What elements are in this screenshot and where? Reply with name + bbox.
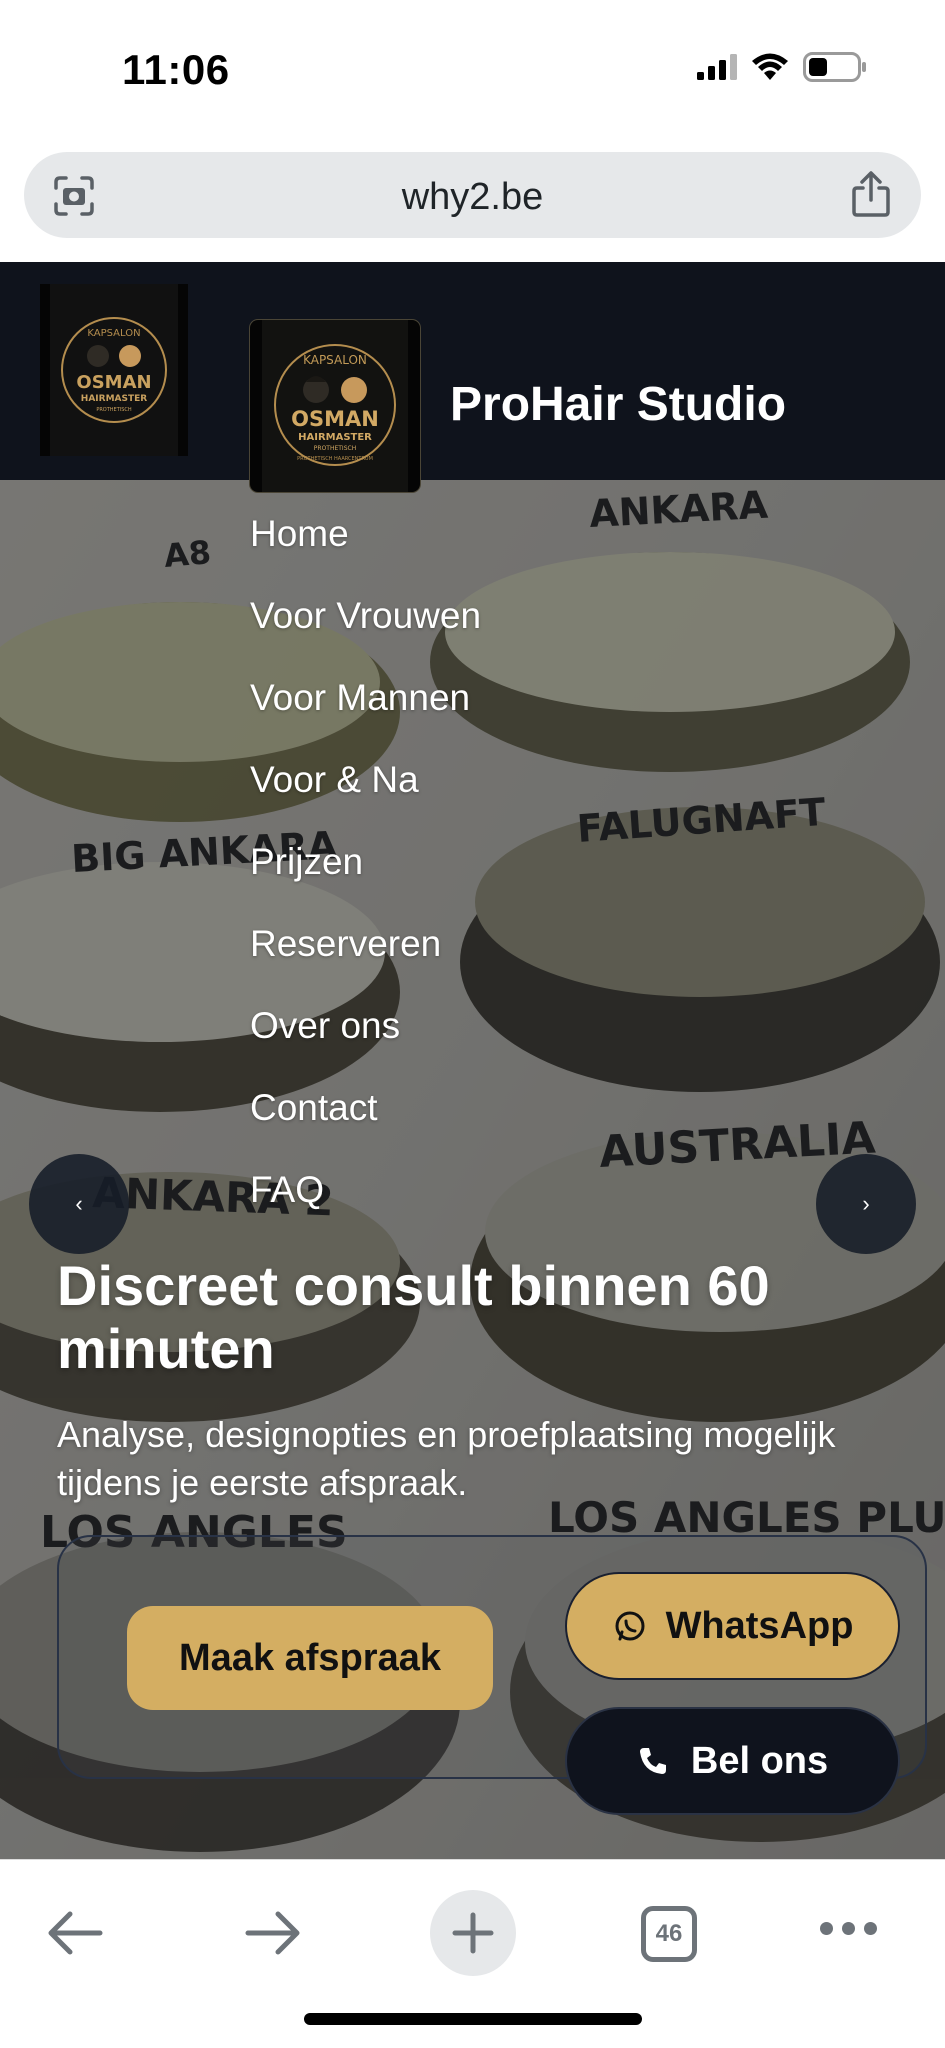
- main-nav: Home Voor Vrouwen Voor Mannen Voor & Na …: [250, 514, 481, 1252]
- nav-item-voor-mannen[interactable]: Voor Mannen: [250, 678, 481, 760]
- carousel-next-button[interactable]: ›: [816, 1154, 916, 1254]
- status-time: 11:06: [122, 46, 230, 93]
- nav-item-over-ons[interactable]: Over ons: [250, 1006, 481, 1088]
- url-text[interactable]: why2.be: [24, 176, 921, 219]
- svg-text:PROTHETISCH: PROTHETISCH: [314, 445, 356, 452]
- site-header: KAPSALON OSMAN HAIRMASTER PROTHETISCH KA…: [0, 262, 945, 492]
- hero-heading: Discreet consult binnen 60 minuten: [57, 1254, 770, 1380]
- site-title[interactable]: ProHair Studio: [450, 377, 786, 432]
- svg-text:PROTHETISCH: PROTHETISCH: [96, 407, 132, 413]
- status-bar: 11:06: [0, 0, 945, 140]
- svg-text:OSMAN: OSMAN: [291, 407, 379, 431]
- browser-toolbar: 46: [0, 1859, 945, 2048]
- svg-text:KAPSALON: KAPSALON: [87, 328, 140, 339]
- phone-icon: [639, 1748, 666, 1774]
- url-bar[interactable]: why2.be: [24, 152, 921, 238]
- nav-item-voor-vrouwen[interactable]: Voor Vrouwen: [250, 596, 481, 678]
- nav-item-faq[interactable]: FAQ: [250, 1170, 481, 1252]
- svg-text:HAIRMASTER: HAIRMASTER: [81, 394, 147, 404]
- call-button-label: Bel ons: [690, 1739, 829, 1782]
- signal-icon: [697, 54, 737, 80]
- web-content: A8 ANKARA BIG ANKARA FALUGNAFT ANKARA 2 …: [0, 262, 945, 1859]
- home-indicator: [304, 2013, 642, 2025]
- more-options-icon[interactable]: [820, 1922, 877, 1935]
- new-tab-button[interactable]: [430, 1890, 516, 1976]
- carousel-prev-button[interactable]: ‹: [29, 1154, 129, 1254]
- share-icon[interactable]: [849, 170, 893, 218]
- back-arrow-icon[interactable]: [46, 1908, 104, 1958]
- nav-item-contact[interactable]: Contact: [250, 1088, 481, 1170]
- plus-icon: [452, 1912, 494, 1954]
- site-logo[interactable]: KAPSALON OSMAN HAIRMASTER PROTHETISCH PR…: [250, 320, 420, 492]
- forward-arrow-icon[interactable]: [244, 1908, 302, 1958]
- whatsapp-button[interactable]: WhatsApp: [565, 1572, 900, 1680]
- svg-text:KAPSALON: KAPSALON: [303, 353, 367, 367]
- nav-item-prijzen[interactable]: Prijzen: [250, 842, 481, 924]
- svg-text:HAIRMASTER: HAIRMASTER: [298, 432, 372, 443]
- nav-item-reserveren[interactable]: Reserveren: [250, 924, 481, 1006]
- hero-subtext: Analyse, designopties en proefplaatsing …: [57, 1414, 836, 1503]
- whatsapp-button-label: WhatsApp: [665, 1604, 854, 1647]
- nav-item-home[interactable]: Home: [250, 514, 481, 596]
- wifi-icon: [752, 53, 788, 80]
- tab-count-button[interactable]: 46: [641, 1906, 697, 1962]
- svg-text:OSMAN: OSMAN: [76, 372, 151, 393]
- appointment-button[interactable]: Maak afspraak: [127, 1606, 493, 1710]
- whatsapp-icon: [615, 1611, 645, 1641]
- nav-item-voor-na[interactable]: Voor & Na: [250, 760, 481, 842]
- battery-icon: [803, 52, 866, 82]
- appointment-button-label: Maak afspraak: [179, 1636, 441, 1679]
- status-icons: [697, 52, 867, 82]
- browser-address-area: why2.be: [0, 140, 945, 262]
- svg-text:PROTHETISCH HAARCENTRUM: PROTHETISCH HAARCENTRUM: [297, 456, 373, 462]
- logo-small[interactable]: KAPSALON OSMAN HAIRMASTER PROTHETISCH: [40, 284, 188, 456]
- call-button[interactable]: Bel ons: [565, 1707, 900, 1815]
